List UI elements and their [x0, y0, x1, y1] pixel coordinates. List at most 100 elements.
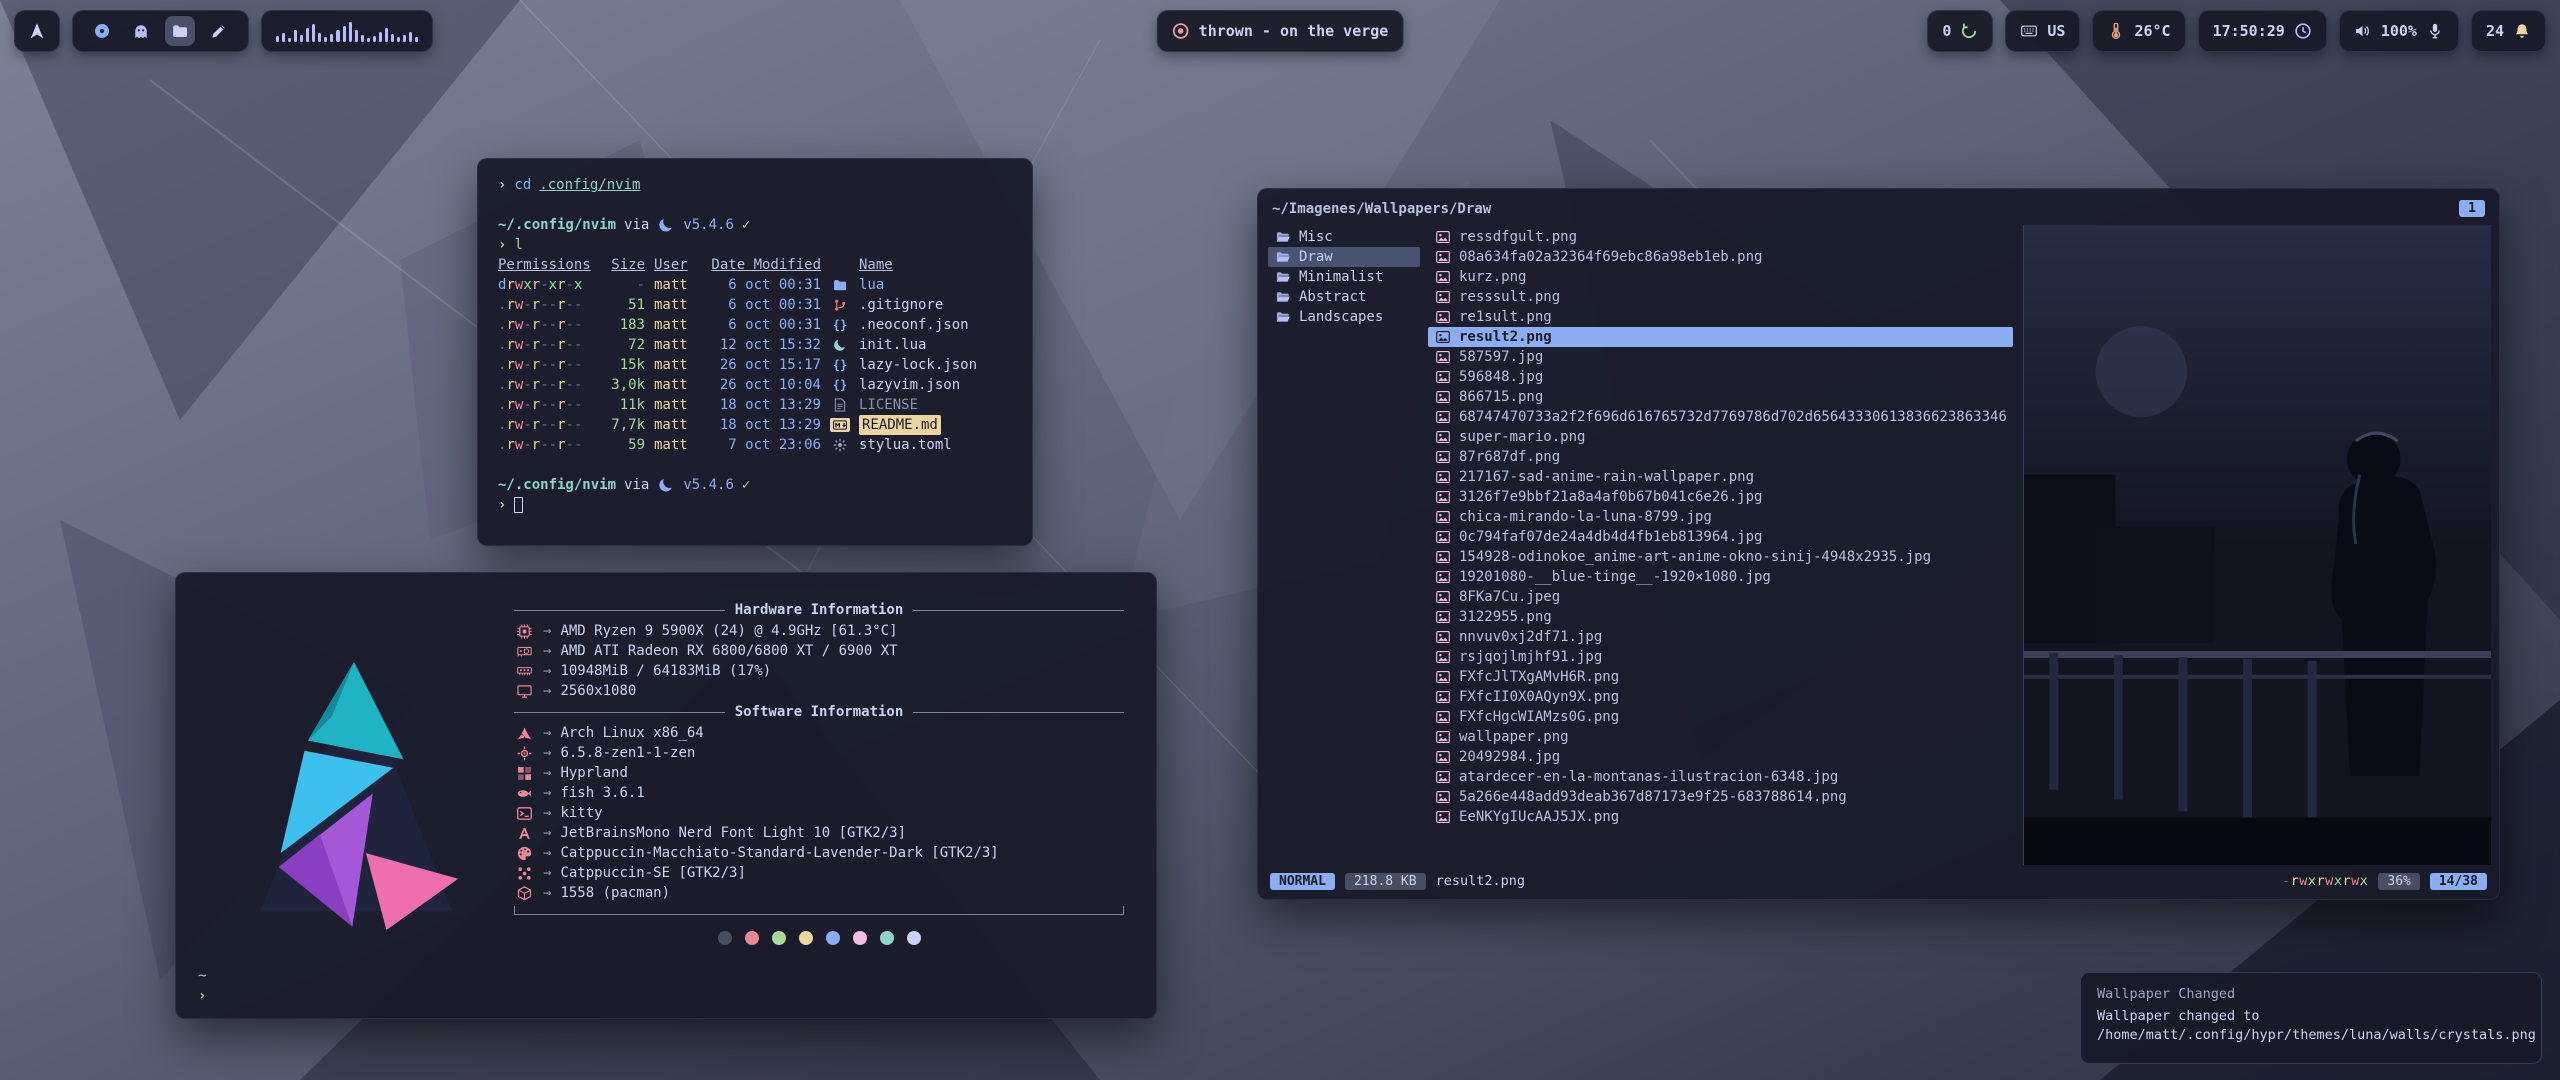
- workspace-button[interactable]: [126, 16, 156, 46]
- packages-icon: [514, 884, 534, 902]
- file-item[interactable]: 68747470733a2f2f696d616765732d7769786d70…: [1428, 407, 2013, 427]
- file-item[interactable]: FXfcJlTXgAMvH6R.png: [1428, 667, 2013, 687]
- clock-pill[interactable]: 17:50:29: [2198, 10, 2327, 52]
- info-text: 10948MiB / 64183MiB (17%): [560, 663, 771, 679]
- media-player-pill[interactable]: thrown - on the verge: [1157, 10, 1404, 52]
- file-item[interactable]: 0c794faf07de24a4db4d4fb1eb813964.jpg: [1428, 527, 2013, 547]
- file-name: kurz.png: [1459, 269, 1526, 285]
- media-title: thrown - on the verge: [1199, 22, 1389, 40]
- moon-icon: [657, 476, 675, 494]
- current-path: ~/Imagenes/Wallpapers/Draw: [1272, 201, 1491, 217]
- directory-item[interactable]: Minimalist: [1268, 267, 1420, 287]
- notification-popup[interactable]: Wallpaper Changed Wallpaper changed to /…: [2080, 972, 2542, 1064]
- directory-item[interactable]: Draw: [1268, 247, 1420, 267]
- keyboard-layout-value: US: [2047, 22, 2065, 40]
- visualizer-bar: [288, 38, 291, 42]
- file-item[interactable]: EeNKYgIUcAAJ5JX.png: [1428, 807, 2013, 827]
- file-size: 15k: [599, 355, 645, 375]
- notifications-pill[interactable]: 24: [2471, 10, 2546, 52]
- launcher-button[interactable]: [14, 10, 60, 52]
- audio-visualizer: [261, 10, 433, 52]
- color-dot: [799, 931, 813, 945]
- file-item[interactable]: 19201080-__blue-tinge__-1920×1080.jpg: [1428, 567, 2013, 587]
- directory-item[interactable]: Abstract: [1268, 287, 1420, 307]
- volume-pill[interactable]: 100%: [2339, 10, 2459, 52]
- image-icon: [1434, 788, 1452, 806]
- file-item[interactable]: 587597.jpg: [1428, 347, 2013, 367]
- file-owner: matt: [654, 275, 698, 295]
- file-item[interactable]: 154928-odinokoe_anime-art-anime-okno-sin…: [1428, 547, 2013, 567]
- file-item[interactable]: nnvuv0xj2df71.jpg: [1428, 627, 2013, 647]
- date-modified: 6 oct 00:31: [707, 275, 821, 295]
- updates-pill[interactable]: 0: [1927, 10, 1993, 52]
- file-name: 154928-odinokoe_anime-art-anime-okno-sin…: [1459, 549, 1931, 565]
- file-name: 19201080-__blue-tinge__-1920×1080.jpg: [1459, 569, 1771, 585]
- workspace-button[interactable]: [204, 16, 234, 46]
- color-dot: [772, 931, 786, 945]
- list-position-badge: 14/38: [2430, 873, 2487, 890]
- file-item[interactable]: re1sult.png: [1428, 307, 2013, 327]
- visualizer-bar: [403, 35, 406, 42]
- temperature-pill[interactable]: 26°C: [2092, 10, 2185, 52]
- file-item[interactable]: 3126f7e9bbf21a8a4af0b67b041c6e26.jpg: [1428, 487, 2013, 507]
- pencil-icon: [210, 22, 228, 40]
- info-text: 6.5.8-zen1-1-zen: [560, 745, 695, 761]
- prompt-symbol: ›: [498, 235, 506, 255]
- visualizer-bar: [415, 37, 418, 42]
- file-manager-window[interactable]: ~/Imagenes/Wallpapers/Draw 1 MiscDrawMin…: [1257, 188, 2500, 900]
- prompt-path: ~/.config/nvim: [498, 215, 616, 235]
- file-item[interactable]: 8FKa7Cu.jpeg: [1428, 587, 2013, 607]
- file-item[interactable]: 3122955.png: [1428, 607, 2013, 627]
- icons-icon: [514, 864, 534, 882]
- directory-item[interactable]: Landscapes: [1268, 307, 1420, 327]
- file-item[interactable]: 5a266e448add93deab367d87173e9f25-6837886…: [1428, 787, 2013, 807]
- top-bar: thrown - on the verge 0 US 26°C 17:50:29 100…: [0, 8, 2560, 54]
- display-icon: [514, 682, 534, 700]
- file-item[interactable]: rsjqojlmjhf91.jpg: [1428, 647, 2013, 667]
- file-size: 7,7k: [599, 415, 645, 435]
- image-icon: [1434, 368, 1452, 386]
- info-text: fish 3.6.1: [560, 785, 644, 801]
- updates-value: 0: [1942, 22, 1951, 40]
- file-item[interactable]: FXfcHgcWIAMzs0G.png: [1428, 707, 2013, 727]
- file-item[interactable]: super-mario.png: [1428, 427, 2013, 447]
- image-icon: [1434, 668, 1452, 686]
- file-item[interactable]: 20492984.jpg: [1428, 747, 2013, 767]
- file-item[interactable]: kurz.png: [1428, 267, 2013, 287]
- file-item[interactable]: 866715.png: [1428, 387, 2013, 407]
- software-section-title: Software Information: [514, 701, 1124, 723]
- file-item[interactable]: chica-mirando-la-luna-8799.jpg: [1428, 507, 2013, 527]
- file-name: LICENSE: [859, 395, 1012, 415]
- arrow-icon: →: [543, 845, 551, 861]
- command-text: l: [514, 235, 522, 255]
- date-modified: 18 oct 13:29: [707, 415, 821, 435]
- color-dot: [826, 931, 840, 945]
- fetch-terminal-window[interactable]: Hardware Information →AMD Ryzen 9 5900X …: [175, 572, 1157, 1019]
- file-item[interactable]: resssult.png: [1428, 287, 2013, 307]
- file-item[interactable]: 217167-sad-anime-rain-wallpaper.png: [1428, 467, 2013, 487]
- directory-item[interactable]: Misc: [1268, 227, 1420, 247]
- file-item[interactable]: result2.png: [1428, 327, 2013, 347]
- file-name: rsjqojlmjhf91.jpg: [1459, 649, 1602, 665]
- hardware-section-title: Hardware Information: [514, 599, 1124, 621]
- workspace-button[interactable]: [165, 16, 195, 46]
- software-info: →Arch Linux x86_64→6.5.8-zen1-1-zen→Hypr…: [514, 723, 1124, 903]
- file-item[interactable]: 87r687df.png: [1428, 447, 2013, 467]
- terminal-window[interactable]: ›cd.config/nvim ~/.config/nvimviav5.4.6✓…: [477, 158, 1033, 546]
- visualizer-bar: [336, 30, 339, 42]
- disc-icon: [93, 22, 111, 40]
- file-item[interactable]: 596848.jpg: [1428, 367, 2013, 387]
- file-item[interactable]: FXfcII0X0AQyn9X.png: [1428, 687, 2013, 707]
- file-item[interactable]: 08a634fa02a32364f69ebc86a98eb1eb.png: [1428, 247, 2013, 267]
- keyboard-layout-pill[interactable]: US: [2005, 10, 2080, 52]
- player-icon: [1172, 22, 1190, 40]
- bar-left-modules: [14, 10, 433, 52]
- info-text: JetBrainsMono Nerd Font Light 10 [GTK2/3…: [560, 825, 906, 841]
- file-name: init.lua: [859, 335, 1012, 355]
- image-icon: [1434, 488, 1452, 506]
- file-item[interactable]: wallpaper.png: [1428, 727, 2013, 747]
- workspace-button[interactable]: [87, 16, 117, 46]
- file-item[interactable]: atardecer-en-la-montanas-ilustracion-634…: [1428, 767, 2013, 787]
- file-item[interactable]: ressdfgult.png: [1428, 227, 2013, 247]
- file-size: 183: [599, 315, 645, 335]
